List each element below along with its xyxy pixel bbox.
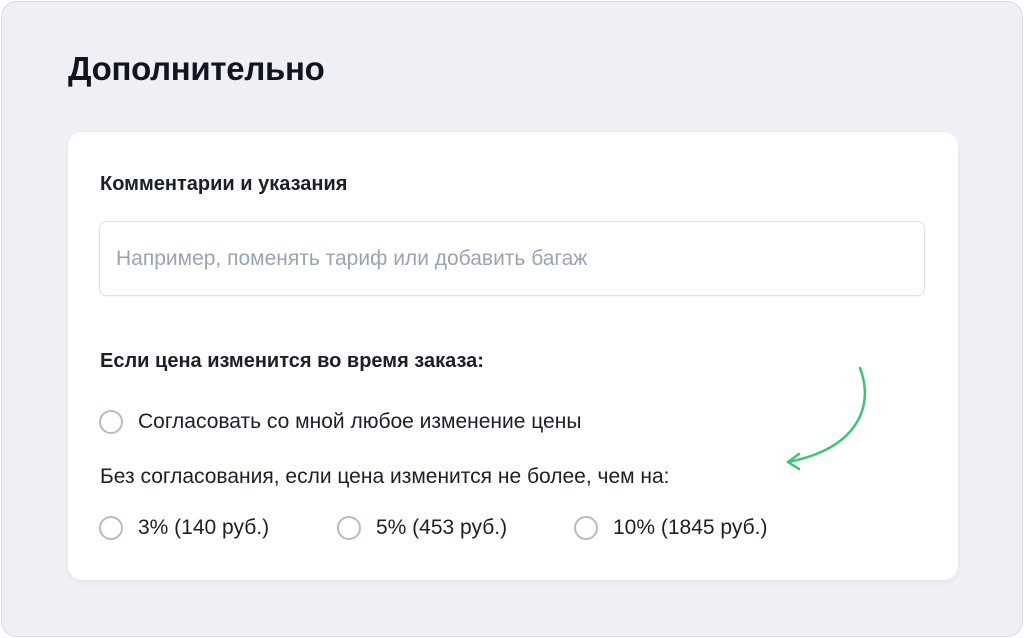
no-agreement-label: Без согласования, если цена изменится не… — [100, 465, 670, 488]
radio-option-label: Согласовать со мной любое изменение цены — [138, 410, 582, 433]
comments-input[interactable] — [99, 221, 925, 296]
radio-button[interactable] — [99, 516, 123, 540]
options-card: Комментарии и указания Если цена изменит… — [68, 132, 958, 580]
radio-option-label: 10% (1845 руб.) — [613, 516, 768, 539]
radio-option-3-percent[interactable]: 3% (140 руб.) — [99, 516, 269, 540]
radio-button[interactable] — [574, 516, 598, 540]
additional-options-panel: Дополнительно Комментарии и указания Есл… — [1, 1, 1023, 637]
radio-option-label: 3% (140 руб.) — [138, 516, 270, 539]
page-title: Дополнительно — [68, 50, 325, 87]
comments-label: Комментарии и указания — [100, 173, 348, 195]
radio-button[interactable] — [99, 410, 123, 434]
radio-option-agree-any[interactable]: Согласовать со мной любое изменение цены — [99, 410, 581, 434]
radio-option-label: 5% (453 руб.) — [376, 516, 508, 539]
radio-option-10-percent[interactable]: 10% (1845 руб.) — [574, 516, 767, 540]
radio-option-5-percent[interactable]: 5% (453 руб.) — [337, 516, 507, 540]
radio-button[interactable] — [337, 516, 361, 540]
price-change-label: Если цена изменится во время заказа: — [100, 350, 484, 372]
